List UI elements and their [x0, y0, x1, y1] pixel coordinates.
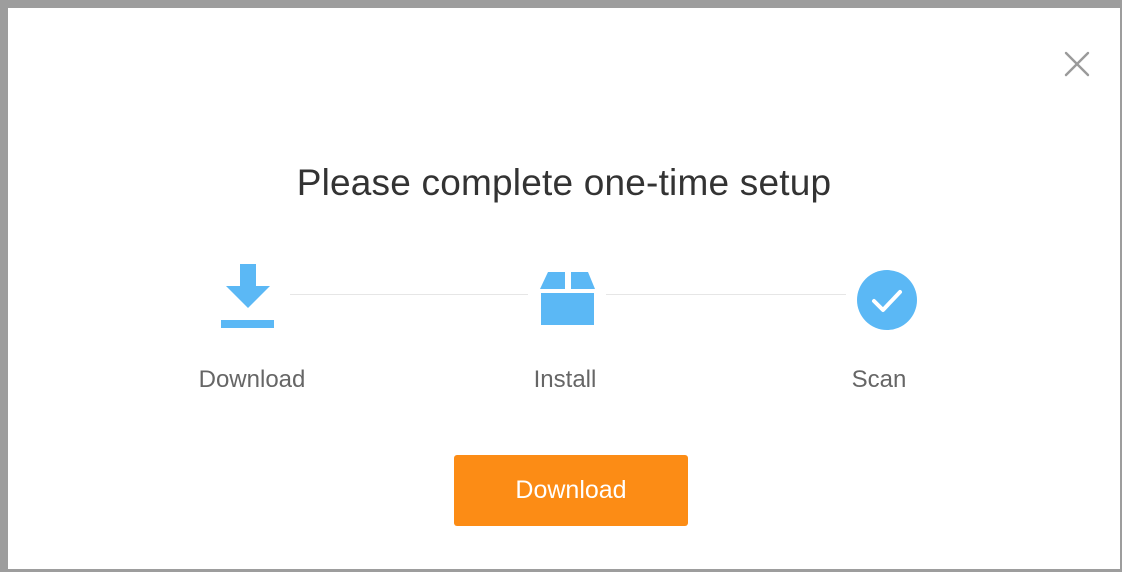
dialog-title: Please complete one-time setup	[296, 162, 832, 203]
check-circle-icon	[857, 270, 917, 330]
step-connector-1	[290, 294, 528, 295]
step-connector-2	[606, 294, 846, 295]
download-icon	[220, 264, 276, 330]
window-frame: Please complete one-time setup Download …	[0, 0, 1122, 572]
download-button[interactable]: Download	[454, 455, 688, 526]
step-label-download: Download	[198, 366, 306, 393]
step-label-install: Install	[533, 366, 597, 393]
close-icon	[1064, 51, 1090, 77]
package-box-icon	[540, 272, 596, 326]
setup-dialog: Please complete one-time setup Download …	[8, 8, 1120, 569]
step-label-scan: Scan	[851, 366, 907, 393]
close-button[interactable]	[1063, 50, 1091, 78]
